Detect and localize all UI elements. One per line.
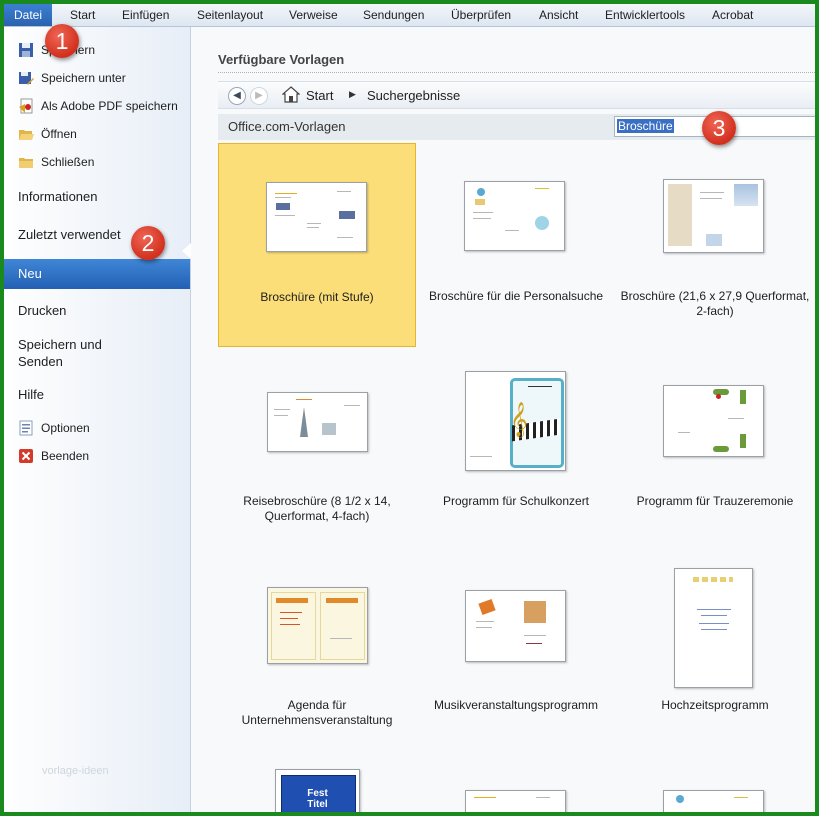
- template-label: Broschüre für die Personalsuche: [428, 289, 604, 303]
- template-label-line2: 2-fach): [696, 304, 734, 318]
- save-as-icon: [18, 70, 34, 86]
- options-icon: [18, 420, 34, 436]
- menu-label-line1: Speichern und: [18, 337, 102, 352]
- template-thumbnail: [266, 182, 367, 252]
- breadcrumb-start[interactable]: Start: [306, 88, 333, 103]
- search-value: Broschüre: [617, 119, 674, 133]
- template-item[interactable]: Broschüre (21,6 x 27,9 Querformat, 2-fac…: [616, 143, 814, 347]
- template-label-line2: Unternehmensveranstaltung: [241, 713, 393, 727]
- menu-label: Speichern unter: [41, 71, 126, 85]
- menu-neu[interactable]: Neu: [4, 259, 190, 289]
- menu-drucken[interactable]: Drucken: [18, 303, 66, 318]
- menu-informationen[interactable]: Informationen: [18, 189, 98, 204]
- template-item[interactable]: Musikveranstaltungsprogramm: [417, 572, 615, 776]
- breadcrumb-bar: ◀ ▶ Start ▶ Suchergebnisse: [218, 81, 815, 109]
- template-thumbnail: [267, 392, 368, 452]
- tab-einfuegen[interactable]: Einfügen: [122, 8, 169, 22]
- template-item[interactable]: [616, 768, 814, 812]
- watermark: vorlage-ideen: [42, 765, 109, 777]
- template-thumbnail: 𝄞: [465, 371, 566, 471]
- menu-speichern-und-senden[interactable]: Speichern und Senden: [18, 337, 102, 369]
- menu-oeffnen[interactable]: Öffnen: [18, 126, 77, 142]
- home-icon[interactable]: [281, 86, 301, 106]
- tab-datei[interactable]: Datei: [4, 4, 52, 26]
- template-item[interactable]: Programm für Trauzeremonie: [616, 368, 814, 572]
- menu-label: Öffnen: [41, 127, 77, 141]
- template-thumbnail: [464, 181, 565, 251]
- tab-entwicklertools[interactable]: Entwicklertools: [605, 8, 685, 22]
- template-label-line1: Broschüre (21,6 x 27,9 Querformat,: [620, 289, 810, 303]
- tab-sendungen[interactable]: Sendungen: [363, 8, 424, 22]
- menu-zuletzt-verwendet[interactable]: Zuletzt verwendet: [18, 227, 121, 242]
- template-label: Broschüre (mit Stufe): [260, 290, 374, 304]
- tab-seitenlayout[interactable]: Seitenlayout: [197, 8, 263, 22]
- save-icon: [18, 42, 34, 58]
- menu-als-pdf[interactable]: Als Adobe PDF speichern: [18, 98, 178, 114]
- fest-line2: Titel: [307, 799, 328, 810]
- template-item[interactable]: Hochzeitsprogramm: [616, 568, 814, 776]
- menu-label: Optionen: [41, 421, 90, 435]
- close-folder-icon: [18, 154, 34, 170]
- template-thumbnail: [663, 385, 764, 457]
- menu-beenden[interactable]: Beenden: [18, 448, 89, 464]
- fest-line1: Fest: [307, 788, 328, 799]
- template-label: Hochzeitsprogramm: [661, 698, 769, 712]
- template-label: Programm für Trauzeremonie: [636, 494, 794, 508]
- tab-verweise[interactable]: Verweise: [289, 8, 338, 22]
- template-thumbnail: [663, 790, 764, 812]
- ribbon-tabs: Datei Start Einfügen Seitenlayout Verwei…: [4, 4, 815, 27]
- menu-label: Als Adobe PDF speichern: [41, 99, 178, 113]
- menu-optionen[interactable]: Optionen: [18, 420, 90, 436]
- template-item[interactable]: 𝄞 Programm für Schulkonzert: [417, 368, 615, 572]
- selection-arrow: [182, 243, 191, 259]
- tab-start[interactable]: Start: [70, 8, 95, 22]
- open-folder-icon: [18, 126, 34, 142]
- menu-schliessen[interactable]: Schließen: [18, 154, 94, 170]
- divider: [218, 72, 815, 73]
- back-button[interactable]: ◀: [228, 87, 246, 105]
- template-label-line1: Agenda für: [287, 698, 347, 712]
- page-title: Verfügbare Vorlagen: [218, 52, 345, 67]
- backstage-menu: Speichern Speichern unter Als Adobe PDF …: [4, 27, 191, 812]
- template-label-line1: Reisebroschüre (8 1/2 x 14,: [243, 494, 391, 508]
- template-item[interactable]: Reisebroschüre (8 1/2 x 14, Querformat, …: [218, 368, 416, 572]
- menu-label-line2: Senden: [18, 354, 63, 369]
- template-item[interactable]: Broschüre für die Personalsuche: [417, 143, 615, 347]
- menu-label: Beenden: [41, 449, 90, 463]
- template-thumbnail: [674, 568, 753, 688]
- forward-button[interactable]: ▶: [250, 87, 268, 105]
- menu-neu-label: Neu: [18, 266, 42, 281]
- template-thumbnail: [663, 179, 764, 253]
- template-item[interactable]: Agenda für Unternehmensveranstaltung: [218, 572, 416, 776]
- template-label: Programm für Schulkonzert: [442, 494, 590, 508]
- template-label: Musikveranstaltungsprogramm: [433, 698, 599, 712]
- template-thumbnail: [267, 587, 368, 664]
- template-label-line2: Querformat, 4-fach): [264, 509, 370, 523]
- tab-ansicht[interactable]: Ansicht: [539, 8, 578, 22]
- backstage-window: Datei Start Einfügen Seitenlayout Verwei…: [4, 4, 815, 812]
- template-item[interactable]: Broschüre (mit Stufe): [218, 143, 416, 347]
- template-item[interactable]: [417, 768, 615, 812]
- template-thumbnail: Fest Titel: [275, 769, 360, 812]
- template-item[interactable]: Fest Titel: [218, 768, 416, 812]
- pdf-icon: [18, 98, 34, 114]
- step-badge-3: 3: [702, 111, 736, 145]
- tab-ueberpruefen[interactable]: Überprüfen: [451, 8, 511, 22]
- menu-speichern-unter[interactable]: Speichern unter: [18, 70, 126, 86]
- breadcrumb-current: Suchergebnisse: [367, 88, 461, 103]
- menu-hilfe[interactable]: Hilfe: [18, 387, 44, 402]
- office-templates-label: Office.com-Vorlagen: [228, 119, 346, 134]
- exit-icon: [18, 448, 34, 464]
- template-thumbnail: [465, 590, 566, 662]
- breadcrumb-separator-icon: ▶: [349, 89, 356, 99]
- tab-acrobat[interactable]: Acrobat: [712, 8, 753, 22]
- step-badge-2: 2: [131, 226, 165, 260]
- menu-label: Schließen: [41, 155, 95, 169]
- template-thumbnail: [465, 790, 566, 812]
- step-badge-1: 1: [45, 24, 79, 58]
